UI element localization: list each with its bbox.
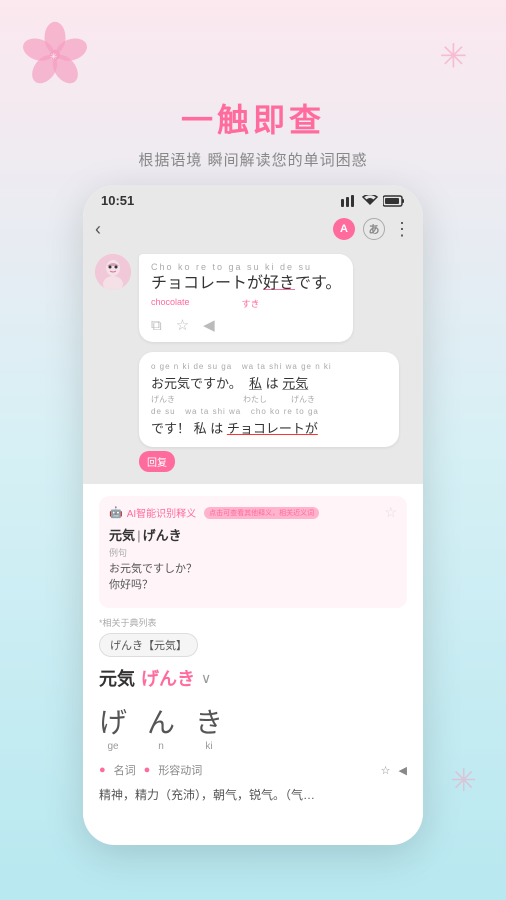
related-tag[interactable]: げんき【元気】: [99, 633, 198, 657]
lang-jp-button[interactable]: あ: [363, 218, 385, 240]
avatar: [95, 254, 131, 290]
chat-bubble-content-2: o ge n ki de su ga wa ta shi wa ge n ki …: [139, 352, 399, 447]
example-text: お元気ですしか？ 你好吗？: [109, 560, 397, 592]
cherry-blossom-bottom: ✳: [446, 755, 491, 800]
more-button[interactable]: ⋮: [393, 219, 411, 240]
word-reading-display: 元気|げんき: [109, 525, 397, 544]
svg-text:✳: ✳: [439, 39, 467, 76]
status-bar: 10:51: [83, 185, 423, 212]
pos-actions: ☆ ◀: [381, 764, 407, 777]
related-label: *相关于典列表: [99, 616, 407, 629]
chat-area: Cho ko re to ga su ki de su チョコレートが好きです。…: [83, 246, 423, 484]
chat-line-2: です！ 私 は チョコレートが: [151, 418, 387, 437]
main-title: 一触即查: [0, 95, 506, 141]
pos-dot-2: ●: [144, 764, 151, 776]
meaning-chocolate: chocolate: [151, 297, 190, 310]
word-kanji: 元気: [99, 665, 135, 691]
header-area: 一触即查 根据语境 瞬间解读您的单词困惑: [0, 95, 506, 170]
status-time: 10:51: [101, 193, 134, 208]
kana-char-block: げge: [99, 701, 127, 752]
pos-dot-1: ●: [99, 764, 106, 776]
sub-title: 根据语境 瞬间解读您的单词困惑: [0, 149, 506, 170]
chat-bubble-content-1: Cho ko re to ga su ki de su チョコレートが好きです。…: [139, 254, 353, 342]
reply-button[interactable]: 回复: [139, 451, 175, 472]
phone-mockup: 10:51 ‹ A あ ⋮: [83, 185, 423, 845]
speaker-action-icon[interactable]: ◀: [203, 316, 215, 334]
wifi-icon: [361, 195, 379, 207]
kana-char: げ: [99, 701, 127, 741]
sub-readings: げんき わたし げんき: [151, 394, 387, 405]
kana-breakdown: げge んn きki: [99, 701, 407, 752]
kana-char: ん: [147, 701, 175, 741]
chat-bubble-2-wrapper: o ge n ki de su ga wa ta shi wa ge n ki …: [95, 352, 411, 476]
kana-roma: ge: [99, 741, 127, 752]
reading-line-1: o ge n ki de su ga wa ta shi wa ge n ki: [151, 362, 387, 371]
chat-actions-1: ⧉ ☆ ◀: [151, 316, 341, 334]
dropdown-arrow[interactable]: ∨: [201, 670, 211, 687]
ai-label: 🤖 AI智能识别释义 点击可查看其他释义，相关近义词: [109, 505, 319, 520]
kana-roma: n: [147, 741, 175, 752]
ai-badge: 点击可查看其他释义，相关近义词: [204, 507, 319, 519]
chat-line-1: お元気ですか。 私 は 元気: [151, 373, 387, 392]
svg-text:✳: ✳: [50, 51, 58, 61]
chat-reading-1: Cho ko re to ga su ki de su: [151, 262, 341, 272]
definition-text: 精神，精力（充沛），朝气，锐气。（气…: [99, 786, 407, 805]
reading-line-2: de su wa ta shi wa cho ko re to ga: [151, 407, 387, 416]
kana-roma: ki: [195, 741, 223, 752]
kana-char-block: きki: [195, 701, 223, 752]
copy-icon[interactable]: ⧉: [151, 317, 162, 334]
status-icons: [341, 195, 405, 207]
pos-2: 形容动词: [158, 762, 202, 778]
ai-header: 🤖 AI智能识别释义 点击可查看其他释义，相关近义词 ☆: [109, 504, 397, 521]
lang-a-button[interactable]: A: [333, 218, 355, 240]
bookmark-icon[interactable]: ☆: [384, 504, 397, 521]
pos-line: ● 名词 ● 形容动词 ☆ ◀: [99, 762, 407, 778]
chat-text-jp-1: チョコレートが好きです。: [151, 273, 341, 295]
signal-icon: [341, 195, 357, 207]
kana-char: き: [195, 701, 223, 741]
app-bar: ‹ A あ ⋮: [83, 212, 423, 246]
ai-section: 🤖 AI智能识别释义 点击可查看其他释义，相关近义词 ☆ 元気|げんき 例句 お…: [99, 496, 407, 608]
chat-bubble-1: Cho ko re to ga su ki de su チョコレートが好きです。…: [95, 254, 411, 342]
kana-char-block: んn: [147, 701, 175, 752]
star-def-icon[interactable]: ☆: [381, 764, 391, 777]
example-label: 例句: [109, 546, 397, 559]
back-button[interactable]: ‹: [95, 219, 101, 240]
word-kana: げんき: [141, 665, 195, 691]
pos-1: 名词: [114, 762, 136, 778]
word-main: 元気 げんき ∨: [99, 665, 407, 691]
ai-icon: 🤖: [109, 506, 123, 519]
meaning-suki: すき: [242, 297, 260, 310]
star-action-icon[interactable]: ☆: [176, 316, 189, 334]
dict-panel: 🤖 AI智能识别释义 点击可查看其他释义，相关近义词 ☆ 元気|げんき 例句 お…: [83, 484, 423, 817]
cherry-blossom-left: ✳: [20, 20, 90, 90]
speaker-def-icon[interactable]: ◀: [399, 764, 407, 777]
battery-icon: [383, 195, 405, 207]
app-bar-buttons: A あ ⋮: [333, 218, 411, 240]
cherry-blossom-right: ✳: [431, 30, 481, 80]
svg-text:✳: ✳: [451, 762, 477, 798]
